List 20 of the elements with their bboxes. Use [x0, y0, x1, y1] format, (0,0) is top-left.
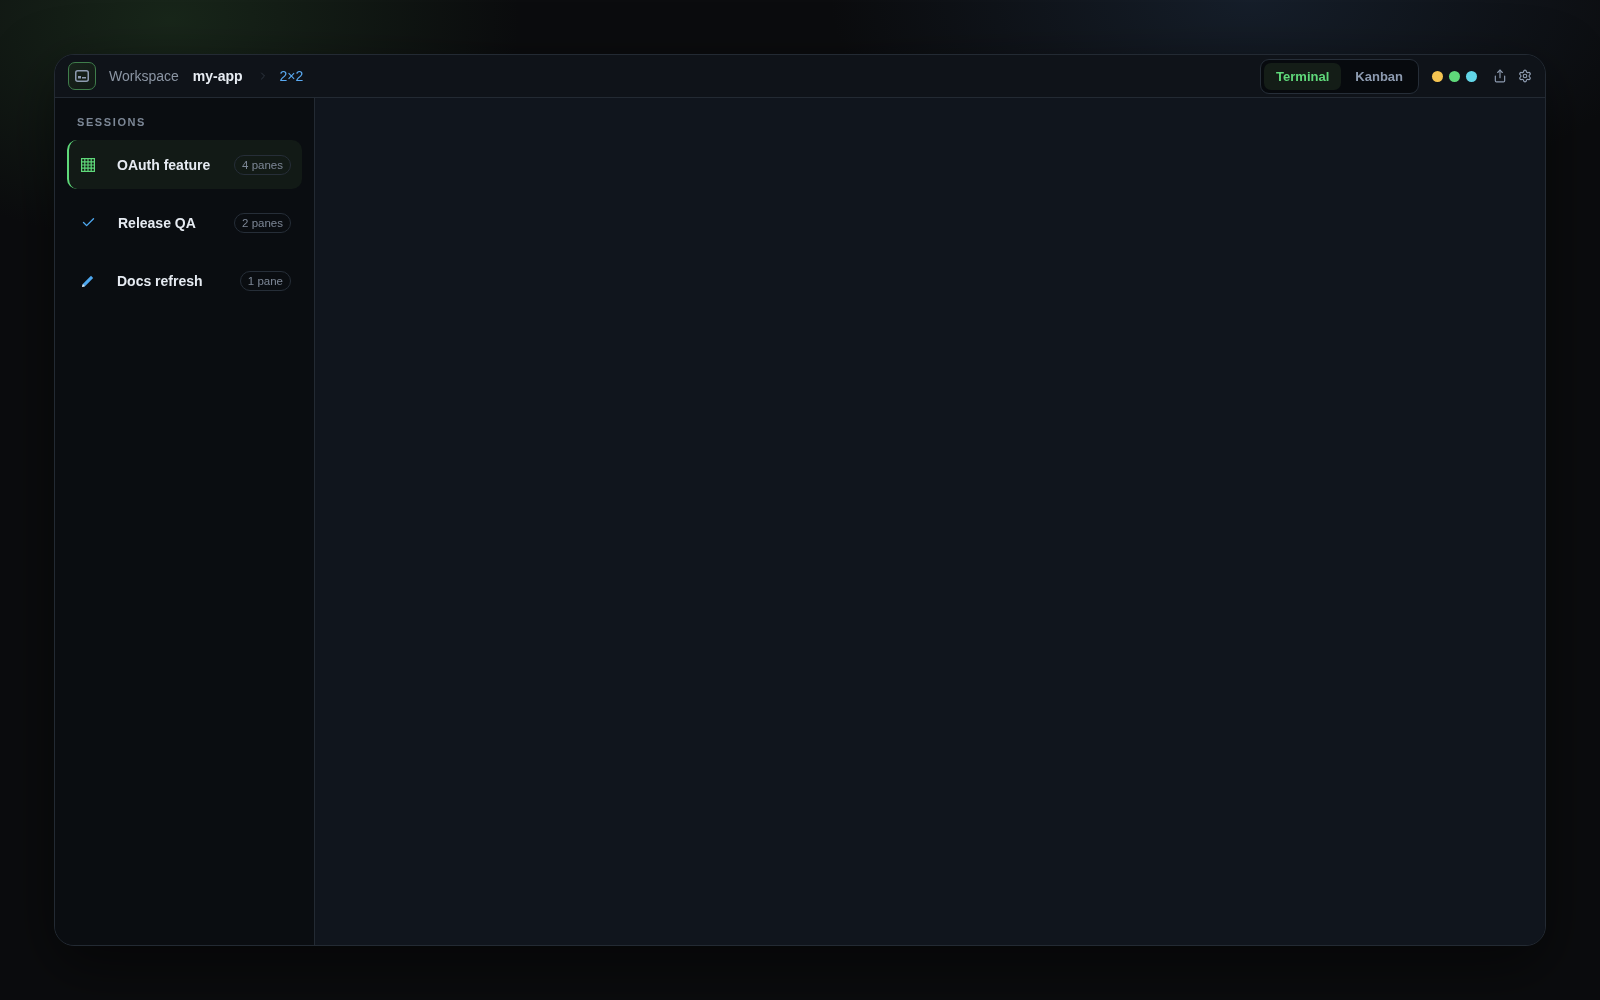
session-item[interactable]: Docs refresh 1 pane: [67, 256, 302, 305]
session-name: Release QA: [118, 214, 196, 231]
share-button[interactable]: [1493, 69, 1507, 83]
sessions-heading: SESSIONS: [77, 116, 148, 128]
app-logo[interactable]: [68, 62, 96, 90]
session-name: Docs refresh: [117, 272, 203, 289]
grid-icon: [81, 157, 95, 172]
project-name[interactable]: my-app: [192, 68, 243, 84]
share-icon: [1493, 69, 1507, 83]
workspace-label: Workspace: [109, 68, 179, 84]
view-tab[interactable]: Kanban: [1343, 62, 1415, 90]
settings-button[interactable]: [1518, 69, 1532, 83]
layout-label[interactable]: 2×2: [279, 68, 304, 84]
session-name: OAuth feature: [117, 156, 211, 173]
pencil-icon: [81, 273, 95, 288]
session-item[interactable]: Release QA 2 panes: [67, 198, 302, 247]
settings-icon: [1518, 69, 1532, 83]
terminal-logo-icon: [75, 70, 89, 82]
session-item[interactable]: OAuth feature 4 panes: [67, 140, 302, 189]
view-tab[interactable]: Terminal: [1264, 62, 1342, 90]
